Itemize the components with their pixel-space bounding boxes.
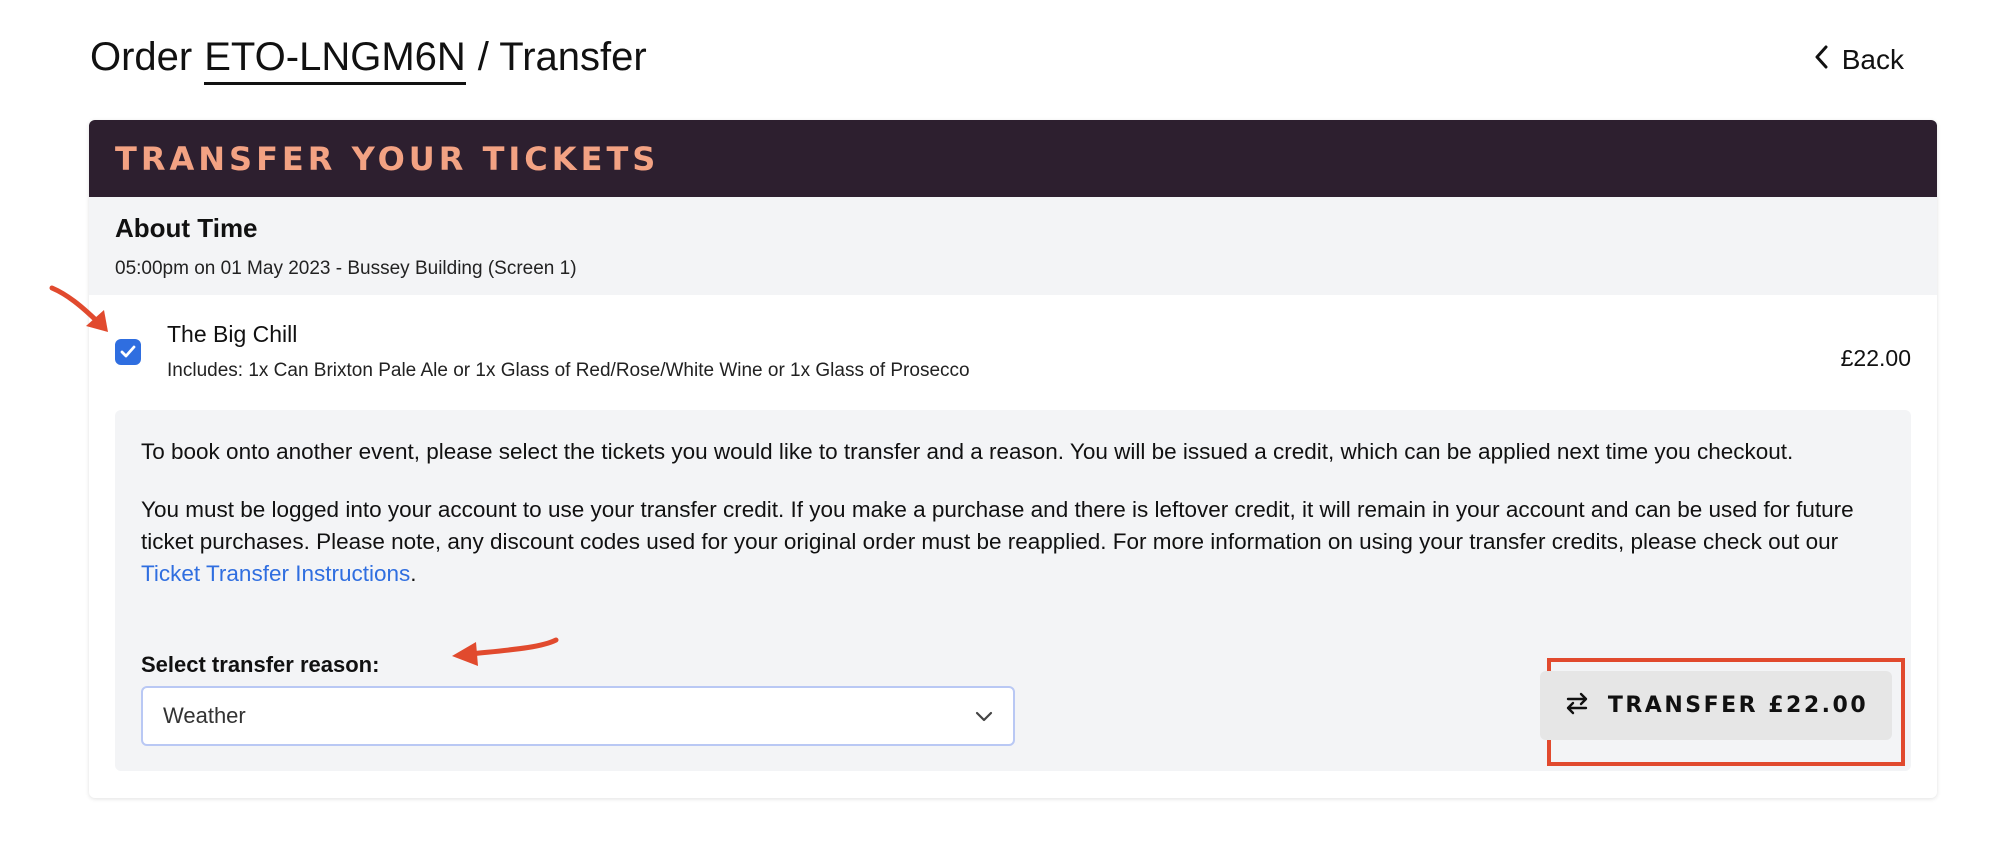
- back-button[interactable]: Back: [1814, 44, 1904, 76]
- title-suffix: / Transfer: [477, 35, 647, 79]
- annotation-arrow-reason: [452, 637, 559, 666]
- transfer-button[interactable]: TRANSFER £22.00: [1540, 671, 1892, 740]
- chevron-down-icon: [975, 703, 993, 729]
- event-info: About Time 05:00pm on 01 May 2023 - Buss…: [89, 197, 1937, 295]
- event-meta: 05:00pm on 01 May 2023 - Bussey Building…: [115, 258, 577, 279]
- annotation-arrow-checkbox: [49, 285, 108, 332]
- page-header: Order ETO-LNGM6N / Transfer Back: [90, 30, 1904, 90]
- event-title: About Time: [115, 213, 258, 243]
- ticket-includes: Includes: 1x Can Brixton Pale Ale or 1x …: [167, 360, 970, 381]
- ticket-transfer-instructions-link[interactable]: Ticket Transfer Instructions: [141, 561, 410, 586]
- credit-text: You must be logged into your account to …: [141, 497, 1854, 554]
- transfer-reason-select[interactable]: Weather: [141, 686, 1015, 746]
- ticket-text: The Big Chill Includes: 1x Can Brixton P…: [167, 321, 970, 382]
- transfer-button-label: TRANSFER £22.00: [1607, 693, 1869, 718]
- transfer-info-paragraph: To book onto another event, please selec…: [141, 439, 1794, 464]
- order-prefix: Order: [90, 35, 193, 79]
- transfer-arrows-icon: [1564, 690, 1590, 722]
- reason-label: Select transfer reason:: [141, 652, 380, 677]
- ticket-price: £22.00: [1840, 345, 1911, 371]
- transfer-card: TRANSFER YOUR TICKETS About Time 05:00pm…: [89, 120, 1937, 798]
- credit-text-end: .: [410, 561, 417, 586]
- ticket-name: The Big Chill: [167, 321, 298, 347]
- reason-value: Weather: [163, 703, 246, 728]
- check-icon: [120, 345, 136, 358]
- card-header: TRANSFER YOUR TICKETS: [89, 120, 1937, 197]
- page-title: Order ETO-LNGM6N / Transfer: [90, 35, 647, 85]
- ticket-row: The Big Chill Includes: 1x Can Brixton P…: [89, 295, 1937, 410]
- transfer-credit-paragraph: You must be logged into your account to …: [141, 494, 1885, 590]
- ticket-checkbox[interactable]: [115, 339, 141, 365]
- chevron-left-icon: [1814, 44, 1828, 76]
- order-id-link[interactable]: ETO-LNGM6N: [204, 35, 466, 85]
- card-title: TRANSFER YOUR TICKETS: [115, 139, 660, 178]
- transfer-details: To book onto another event, please selec…: [115, 410, 1911, 771]
- back-label: Back: [1841, 44, 1904, 75]
